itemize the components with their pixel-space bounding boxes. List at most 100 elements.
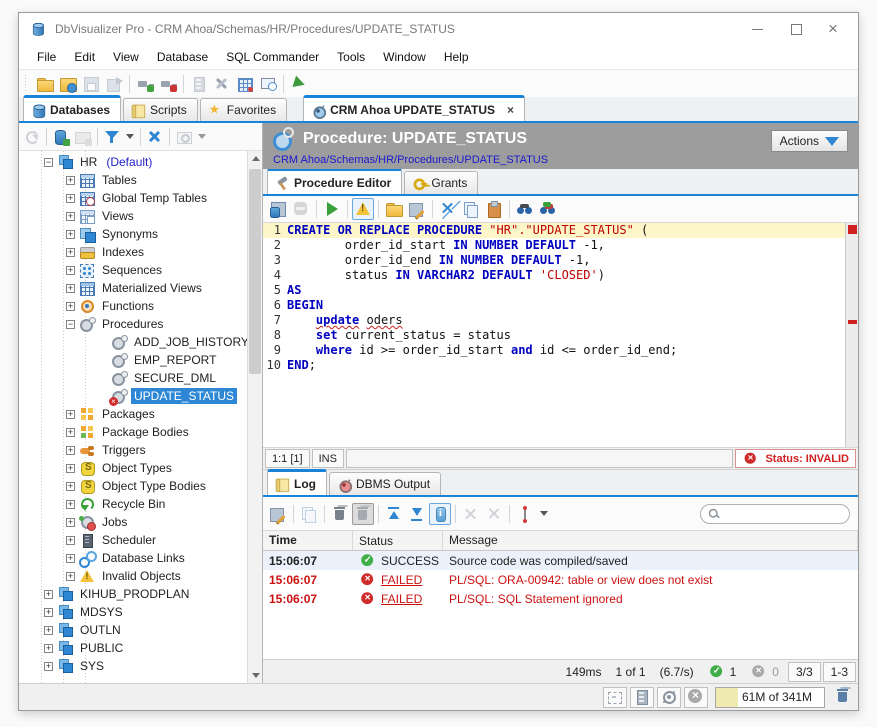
tree-item-label[interactable]: Indexes (99, 244, 147, 260)
expand-expander-icon[interactable]: + (66, 500, 75, 509)
server-info-button[interactable] (188, 73, 210, 95)
column-header-status[interactable]: Status (353, 531, 443, 550)
tree-item-secure-dml[interactable]: SECURE_DML (19, 369, 247, 387)
expand-expander-icon[interactable]: + (66, 194, 75, 203)
tree-item-invalid-objects[interactable]: +Invalid Objects (19, 567, 247, 585)
tree-item-label[interactable]: Object Type Bodies (99, 478, 209, 494)
log-table-header[interactable]: Time Status Message (263, 531, 858, 551)
scroll-down-icon[interactable] (248, 668, 263, 683)
log-row[interactable]: 15:06:07FAILEDPL/SQL: ORA-00942: table o… (263, 570, 858, 589)
expand-expander-icon[interactable]: + (44, 644, 53, 653)
driver-manager-button[interactable] (257, 73, 279, 95)
column-header-message[interactable]: Message (443, 531, 858, 550)
tree-item-label[interactable]: SYS (77, 658, 107, 674)
log-clear-button[interactable] (329, 503, 351, 525)
tree-item-database-links[interactable]: +Database Links (19, 549, 247, 567)
filter-button[interactable] (101, 126, 123, 148)
menu-help[interactable]: Help (436, 47, 477, 67)
tab-close-icon[interactable]: × (507, 103, 514, 117)
expand-expander-icon[interactable]: + (44, 626, 53, 635)
load-from-file-button[interactable] (383, 198, 405, 220)
preview-caret-icon[interactable] (198, 134, 206, 139)
refresh-button[interactable] (21, 126, 43, 148)
tree-item-sys[interactable]: +SYS (19, 657, 247, 675)
tree-item-emp-report[interactable]: EMP_REPORT (19, 351, 247, 369)
expand-expander-icon[interactable]: + (66, 428, 75, 437)
save-to-file-button[interactable] (406, 198, 428, 220)
code-line-9[interactable]: 9 where id >= order_id_start and id <= o… (263, 343, 845, 358)
execute-button[interactable] (321, 198, 343, 220)
find-replace-button[interactable] (537, 198, 559, 220)
expand-expander-icon[interactable]: + (66, 230, 75, 239)
menu-window[interactable]: Window (375, 47, 434, 67)
tree-item-label[interactable]: OUTLN (77, 622, 124, 638)
tree-item-label[interactable]: Sequences (99, 262, 165, 278)
expand-expander-icon[interactable]: + (66, 536, 75, 545)
tree-item-public[interactable]: +PUBLIC (19, 639, 247, 657)
connect-button[interactable] (134, 73, 156, 95)
code-line-4[interactable]: 4 status IN VARCHAR2 DEFAULT 'CLOSED') (263, 268, 845, 283)
tree-item-label[interactable]: Tables (99, 172, 140, 188)
sql-editor[interactable]: 1CREATE OR REPLACE PROCEDURE "HR"."UPDAT… (263, 223, 858, 448)
tab-grants[interactable]: Grants (404, 171, 478, 194)
menu-edit[interactable]: Edit (66, 47, 103, 67)
scroll-to-top-button[interactable] (383, 503, 405, 525)
collapse-expander-icon[interactable]: − (66, 320, 75, 329)
log-search-box[interactable] (700, 504, 850, 524)
scroll-to-bottom-button[interactable] (406, 503, 428, 525)
scroll-up-icon[interactable] (248, 151, 263, 166)
error-stripe-mark-icon[interactable] (848, 320, 857, 324)
tree-item-label[interactable]: Procedures (99, 316, 166, 332)
collapse-rows-button[interactable] (483, 503, 505, 525)
tree-item-mdsys[interactable]: + MDSYS (19, 603, 247, 621)
tree-item-label[interactable]: ADD_JOB_HISTORY (131, 334, 247, 350)
show-info-toggle[interactable] (429, 503, 451, 525)
tree-item-label[interactable]: Recycle Bin (99, 496, 168, 512)
code-line-1[interactable]: 1CREATE OR REPLACE PROCEDURE "HR"."UPDAT… (263, 223, 845, 238)
paste-button[interactable] (483, 198, 505, 220)
log-export-button[interactable] (267, 503, 289, 525)
expand-expander-icon[interactable]: + (66, 410, 75, 419)
expand-expander-icon[interactable]: + (66, 176, 75, 185)
code-line-7[interactable]: 7 update oders (263, 313, 845, 328)
tab-procedure-editor[interactable]: Procedure Editor (267, 168, 402, 194)
expand-expander-icon[interactable]: + (44, 608, 53, 617)
expand-expander-icon[interactable]: + (66, 302, 75, 311)
tree-item-label[interactable]: HR (77, 154, 100, 170)
tree-item-global-temp-tables[interactable]: +Global Temp Tables (19, 189, 247, 207)
markers-caret-icon[interactable] (540, 511, 548, 516)
grid-monitor-button[interactable] (234, 73, 256, 95)
expand-expander-icon[interactable]: + (66, 464, 75, 473)
log-search-input[interactable] (723, 506, 865, 522)
expand-expander-icon[interactable]: + (66, 518, 75, 527)
code-line-3[interactable]: 3 order_id_end IN NUMBER DEFAULT -1, (263, 253, 845, 268)
tab-favorites[interactable]: Favorites (200, 98, 287, 121)
manage-bookmarks-button[interactable] (57, 73, 79, 95)
expand-expander-icon[interactable]: + (66, 212, 75, 221)
tree-item-functions[interactable]: +Functions (19, 297, 247, 315)
menu-tools[interactable]: Tools (329, 47, 373, 67)
code-line-2[interactable]: 2 order_id_start IN NUMBER DEFAULT -1, (263, 238, 845, 253)
menu-sql-commander[interactable]: SQL Commander (218, 47, 327, 67)
connections-status-button[interactable] (630, 687, 654, 708)
menu-file[interactable]: File (29, 47, 64, 67)
tree-item-label[interactable]: Database Links (99, 550, 188, 566)
expand-expander-icon[interactable]: + (66, 266, 75, 275)
disconnect-button[interactable] (157, 73, 179, 95)
log-row[interactable]: 15:06:07SUCCESSSource code was compiled/… (263, 551, 858, 570)
code-line-10[interactable]: 10END; (263, 358, 845, 373)
add-folder-button[interactable] (72, 126, 94, 148)
tree-item-label[interactable]: SECURE_DML (131, 370, 219, 386)
tool-properties-button[interactable] (211, 73, 233, 95)
tree-item-label[interactable]: Packages (99, 406, 158, 422)
tree-item-kihub-prodplan[interactable]: +KIHUB_PRODPLAN (19, 585, 247, 603)
tree-item-sequences[interactable]: + Sequences (19, 261, 247, 279)
open-bookmark-button[interactable] (34, 73, 56, 95)
tab-scripts[interactable]: Scripts (123, 98, 198, 121)
tree-item-label[interactable]: MDSYS (77, 604, 126, 620)
minimize-button[interactable] (752, 23, 764, 35)
collapse-all-button[interactable] (144, 126, 166, 148)
maximize-button[interactable] (790, 23, 802, 35)
tree-item-label[interactable]: EMP_REPORT (131, 352, 219, 368)
collapse-expander-icon[interactable]: − (44, 158, 53, 167)
